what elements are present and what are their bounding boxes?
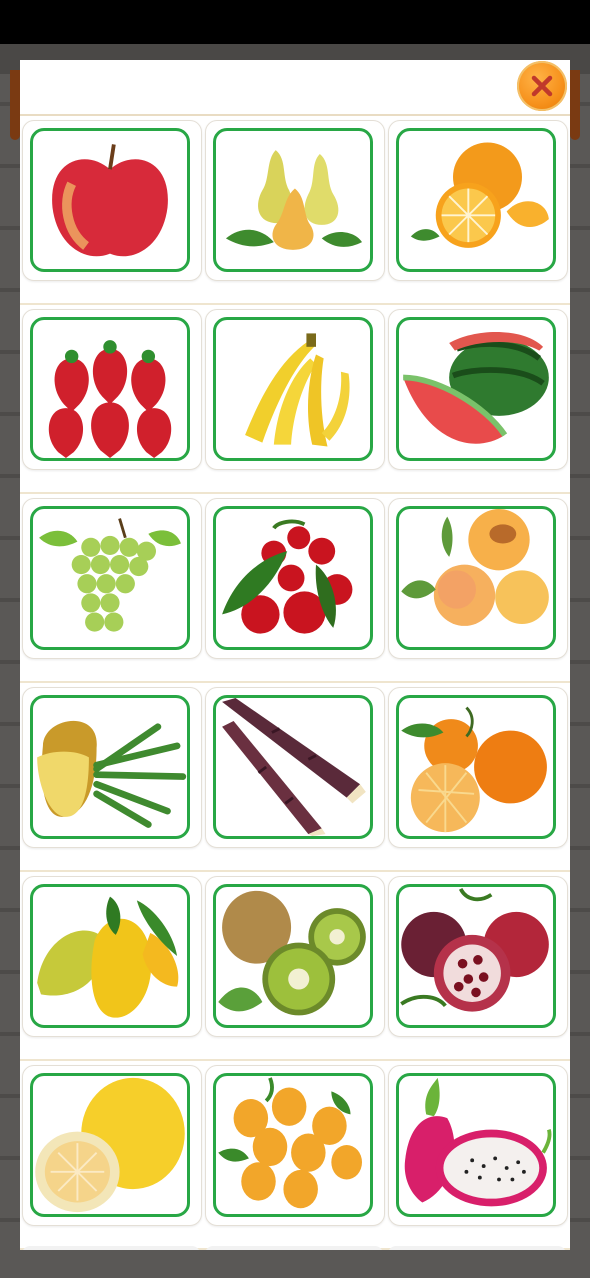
fruit-row [20, 872, 570, 1061]
background-left-edge [10, 70, 20, 140]
fruit-card-kiwi[interactable] [205, 876, 385, 1037]
pineapple-icon [37, 720, 187, 828]
fruit-card-pomelo[interactable] [22, 1065, 202, 1226]
pear-icon [225, 150, 362, 250]
pomelo-icon [35, 1077, 185, 1213]
fruit-row [20, 116, 570, 305]
dialog-header [20, 60, 570, 116]
fruit-card-strawberry[interactable] [22, 309, 202, 470]
fruit-card-apple[interactable] [22, 120, 202, 281]
fruit-card-peach[interactable] [388, 498, 568, 659]
mango-icon [37, 896, 179, 1018]
peach-icon [401, 509, 549, 626]
sugarcane-icon [222, 698, 366, 836]
fruit-card-pear[interactable] [205, 120, 385, 281]
banana-icon [245, 333, 350, 447]
fruit-card-grape[interactable] [22, 498, 202, 659]
fruit-row [20, 494, 570, 683]
fruit-card-sugarcane[interactable] [205, 687, 385, 848]
close-x-icon [531, 75, 553, 97]
kiwi-icon [218, 890, 366, 1016]
fruit-card-watermelon[interactable] [388, 309, 568, 470]
fruit-grid [20, 116, 570, 1250]
pomegranate-icon [400, 887, 549, 1012]
next-card-stub [22, 1246, 200, 1250]
strawberry-icon [48, 340, 172, 458]
cherry-icon [222, 519, 353, 634]
fruit-card-pineapple[interactable] [22, 687, 202, 848]
loquat-icon [218, 1077, 362, 1209]
close-button[interactable] [517, 61, 567, 111]
fruit-card-pomegranate[interactable] [388, 876, 568, 1037]
fruit-card-loquat[interactable] [205, 1065, 385, 1226]
fruit-card-cherry[interactable] [205, 498, 385, 659]
fruit-row [20, 1061, 570, 1250]
background-right-edge [570, 70, 580, 140]
fruit-row [20, 305, 570, 494]
next-card-stub [205, 1246, 383, 1250]
fruit-row [20, 683, 570, 872]
next-row-preview [20, 1246, 570, 1250]
orange-icon [410, 142, 549, 248]
fruit-picker-dialog [20, 60, 570, 1250]
apple-icon [52, 144, 168, 257]
next-card-stub [388, 1246, 566, 1250]
fruit-card-orange[interactable] [388, 120, 568, 281]
grape-icon [39, 518, 181, 632]
fruit-card-mango[interactable] [22, 876, 202, 1037]
fruit-card-dragon-fruit[interactable] [388, 1065, 568, 1226]
fruit-card-tangerine[interactable] [388, 687, 568, 848]
fruit-card-banana[interactable] [205, 309, 385, 470]
dragon-fruit-icon [404, 1077, 552, 1207]
tangerine-icon [401, 706, 547, 833]
watermelon-icon [403, 331, 549, 444]
